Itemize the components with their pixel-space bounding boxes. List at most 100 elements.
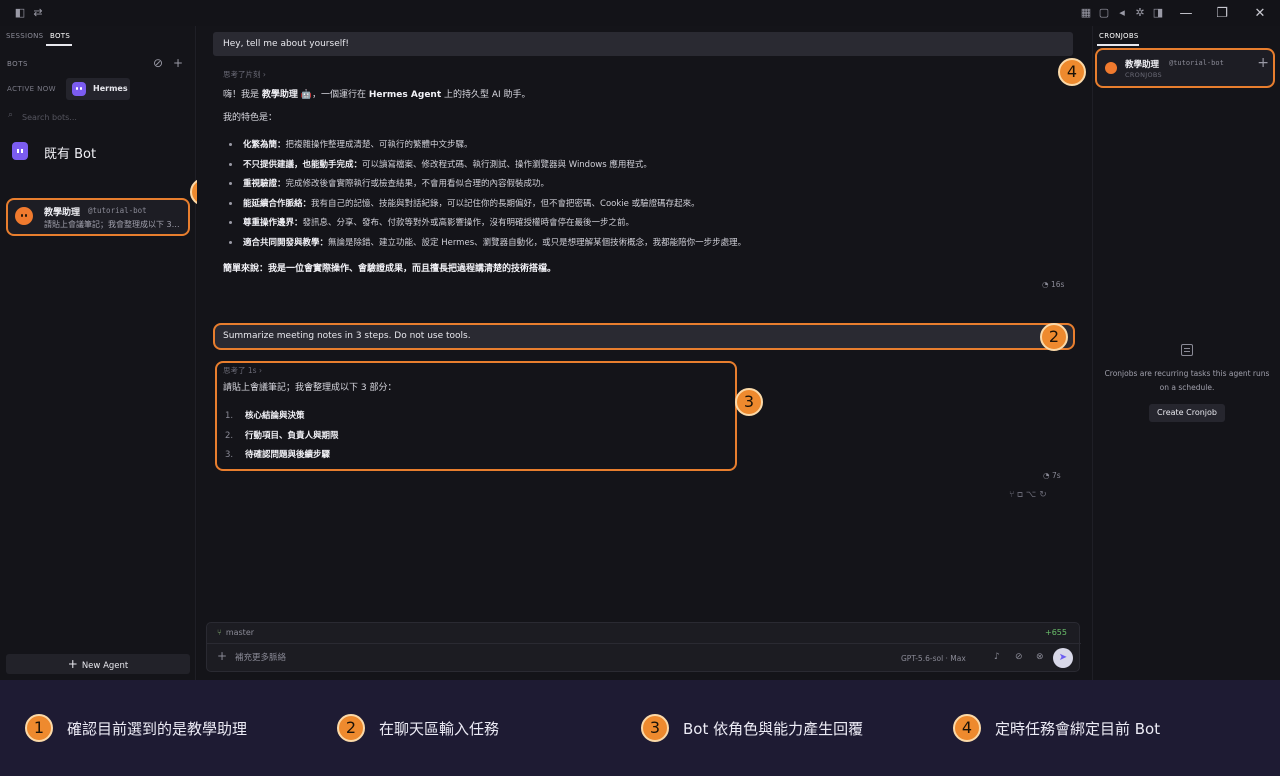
settings-icon[interactable]: ✲ (1134, 7, 1146, 19)
feature-title: 不只提供建議，也能動手完成： (243, 159, 363, 170)
search-bots-input[interactable] (22, 110, 182, 124)
model-selector[interactable]: GPT-5.6-sol · Max (901, 654, 966, 663)
intro-line: 嗨！我是 教學助理 🤖，一個運行在 Hermes Agent 上的持久型 AI … (223, 89, 531, 102)
selected-bot-item[interactable]: 教學助理 @tutorial-bot 請貼上會議筆記；我會整理成以下 3 部分： (6, 198, 190, 236)
callout-2: 2 (1040, 323, 1068, 351)
bot-avatar (1105, 62, 1117, 74)
add-cronjob-icon[interactable]: + (1257, 55, 1269, 71)
tab-sessions[interactable]: SESSIONS (6, 32, 43, 40)
new-agent-label: New Agent (81, 661, 129, 671)
legend-text: 確認目前選到的是教學助理 (67, 720, 248, 738)
minimize-button[interactable]: — (1176, 6, 1196, 22)
legend-number: 2 (337, 714, 365, 742)
close-button[interactable]: ✕ (1250, 6, 1270, 22)
existing-bot-label: 既有 Bot (44, 147, 97, 162)
cronjob-bot-card[interactable]: 教學助理 @tutorial-bot CRONJOBS + (1095, 48, 1275, 88)
swap-icon[interactable]: ⇄ (32, 7, 44, 19)
chat-icon[interactable]: ▢ (1098, 7, 1110, 19)
composer-divider (207, 643, 1081, 644)
list-item: 尊重操作邊界：發訊息、分享、發布、付款等對外或高影響操作，沒有明確授權時會停在最… (227, 216, 1047, 236)
thinking-toggle[interactable]: 思考了片刻 › (223, 69, 266, 80)
legend-text: 在聊天區輸入任務 (379, 720, 500, 738)
composer: ⑂master +655 + GPT-5.6-sol · Max ♪ ⊘ ⊗ ➤ (206, 622, 1081, 672)
summary-line: 簡單來說：我是一位會實際操作、會驗證成果，而且擅長把過程講清楚的技術搭檔。 (223, 263, 556, 276)
sidebar: SESSIONS BOTS BOTS ⊘ + ACTIVE NOW Hermes… (0, 26, 196, 680)
tab-cronjobs[interactable]: CRONJOBS (1099, 32, 1139, 40)
git-branch-icon: ⑂ (217, 628, 222, 637)
cronjobs-panel: CRONJOBS 教學助理 @tutorial-bot CRONJOBS + C… (1092, 26, 1280, 680)
new-agent-button[interactable]: + New Agent (6, 654, 190, 674)
legend-number: 1 (25, 714, 53, 742)
feature-text: 完成修改後會實際執行或檢查結果，不會用看似合理的內容假裝成功。 (285, 179, 550, 189)
legend-number: 3 (641, 714, 669, 742)
bell-off-icon[interactable]: ⊘ (151, 56, 165, 70)
user-message: Hey, tell me about yourself! (213, 32, 1073, 56)
app-window: ◧ ⇄ ▦ ▢ ◂ ✲ ◨ — ❐ ✕ SESSIONS BOTS BOTS ⊘… (0, 0, 1280, 680)
bot-preview: 請貼上會議筆記；我會整理成以下 3 部分： (44, 220, 180, 229)
message-actions: ⑂⧉⌥↻ (1009, 490, 1050, 500)
list-item: 不只提供建議，也能動手完成：可以讀寫檔案、修改程式碼、執行測試、操作瀏覽器與 W… (227, 158, 1047, 178)
send-icon: ➤ (1058, 652, 1068, 663)
retry-icon[interactable]: ↻ (1039, 490, 1050, 500)
thinking-toggle[interactable]: 思考了 1s › (223, 365, 262, 376)
feature-text: 可以讀寫檔案、修改程式碼、執行測試、操作瀏覽器與 Windows 應用程式。 (362, 159, 652, 170)
cronjobs-subtitle: CRONJOBS (1125, 71, 1162, 79)
cronjobs-empty-text: Cronjobs are recurring tasks this agent … (1104, 369, 1270, 392)
panel-icon[interactable]: ◨ (1152, 7, 1164, 19)
message-input[interactable] (235, 650, 835, 666)
response-time-value: 7s (1051, 471, 1061, 480)
titlebar: ◧ ⇄ ▦ ▢ ◂ ✲ ◨ — ❐ ✕ (0, 0, 1280, 28)
robot-icon: 🤖 (300, 90, 312, 100)
audio-icon[interactable]: ◂ (1116, 7, 1128, 19)
create-cronjob-button[interactable]: Create Cronjob (1149, 404, 1225, 422)
callout-4: 4 (1058, 58, 1086, 86)
feature-title: 重視驗證： (243, 179, 286, 189)
legend-text: Bot 依角色與能力產生回覆 (683, 720, 864, 738)
mute-icon[interactable]: ⊘ (1015, 652, 1023, 662)
branch-indicator[interactable]: ⑂ master (217, 628, 254, 637)
bot-avatar (15, 207, 33, 225)
attach-icon[interactable]: + (217, 649, 227, 663)
clock-icon: ◔ (1042, 280, 1051, 289)
bot-handle: @tutorial-bot (1169, 59, 1224, 67)
list-item: 適合共同開發與教學：無論是除錯、建立功能、設定 Hermes、瀏覽器自動化，或只… (227, 236, 1047, 256)
step-number: 1. (225, 411, 234, 421)
intro-pre: 嗨！我是 (223, 90, 262, 100)
feature-title: 能延續合作脈絡： (243, 198, 312, 209)
intro-post: 上的持久型 AI 助手。 (441, 90, 531, 100)
step-number: 3. (225, 450, 234, 460)
step-number: 2. (225, 430, 234, 441)
answer-steps: 1. 核心結論與決策 2. 行動項目、負責人與期限 3. 待確認問題與後續步驟 (225, 409, 339, 468)
sidebar-toggle-icon[interactable]: ◧ (14, 7, 26, 19)
features-list: 化繁為簡：把複雜操作整理成清楚、可執行的繁體中文步驟。 不只提供建議，也能動手完… (227, 138, 1047, 255)
tab-bots[interactable]: BOTS (50, 32, 70, 40)
restore-button[interactable]: ❐ (1212, 6, 1232, 22)
send-button[interactable]: ➤ (1053, 648, 1073, 668)
branch-name: master (225, 628, 255, 637)
intro-bot-name: 教學助理 (261, 90, 298, 100)
chat-area: Hey, tell me about yourself! 思考了片刻 › 嗨！我… (197, 26, 1092, 680)
feature-text: 把複雜操作整理成清楚、可執行的繁體中文步驟。 (285, 140, 473, 150)
no-audio-icon[interactable]: ⊗ (1036, 652, 1044, 662)
list-item: 化繁為簡：把複雜操作整理成清楚、可執行的繁體中文步驟。 (227, 138, 1047, 158)
active-bot-name: Hermes (93, 84, 128, 93)
bot-answer: 思考了 1s › 請貼上會議筆記；我會整理成以下 3 部分： 1. 核心結論與決策… (215, 361, 737, 471)
layout-icon[interactable]: ▦ (1080, 7, 1092, 19)
legend-text: 定時任務會綁定目前 Bot (995, 720, 1161, 738)
list-item: 2. 行動項目、負責人與期限 (225, 429, 339, 449)
branch-icon[interactable]: ⌥ (1026, 490, 1039, 500)
feature-text: 發訊息、分享、發布、付款等對外或高影響操作，沒有明確授權時會停在最後一步之前。 (302, 218, 635, 228)
list-item: 能延續合作脈絡：我有自己的記憶、技能與對話紀錄，可以記住你的長期偏好，但不會把密… (227, 197, 1047, 217)
list-item: 重視驗證：完成修改後會實際執行或檢查結果，不會用看似合理的內容假裝成功。 (227, 177, 1047, 197)
list-item: 1. 核心結論與決策 (225, 409, 339, 429)
copy-icon[interactable]: ⧉ (1017, 490, 1025, 500)
add-bot-icon[interactable]: + (171, 56, 185, 70)
bot-name: 教學助理 (44, 208, 81, 218)
active-bot-chip[interactable]: Hermes (66, 78, 130, 100)
mic-icon[interactable]: ♪ (994, 652, 1000, 662)
intro-mid: ，一個運行在 (311, 90, 369, 100)
step-text: 核心結論與決策 (245, 411, 305, 421)
callout-3: 3 (735, 388, 763, 416)
user-message-task: Summarize meeting notes in 3 steps. Do n… (213, 323, 1075, 350)
feature-title: 適合共同開發與教學： (243, 237, 329, 248)
